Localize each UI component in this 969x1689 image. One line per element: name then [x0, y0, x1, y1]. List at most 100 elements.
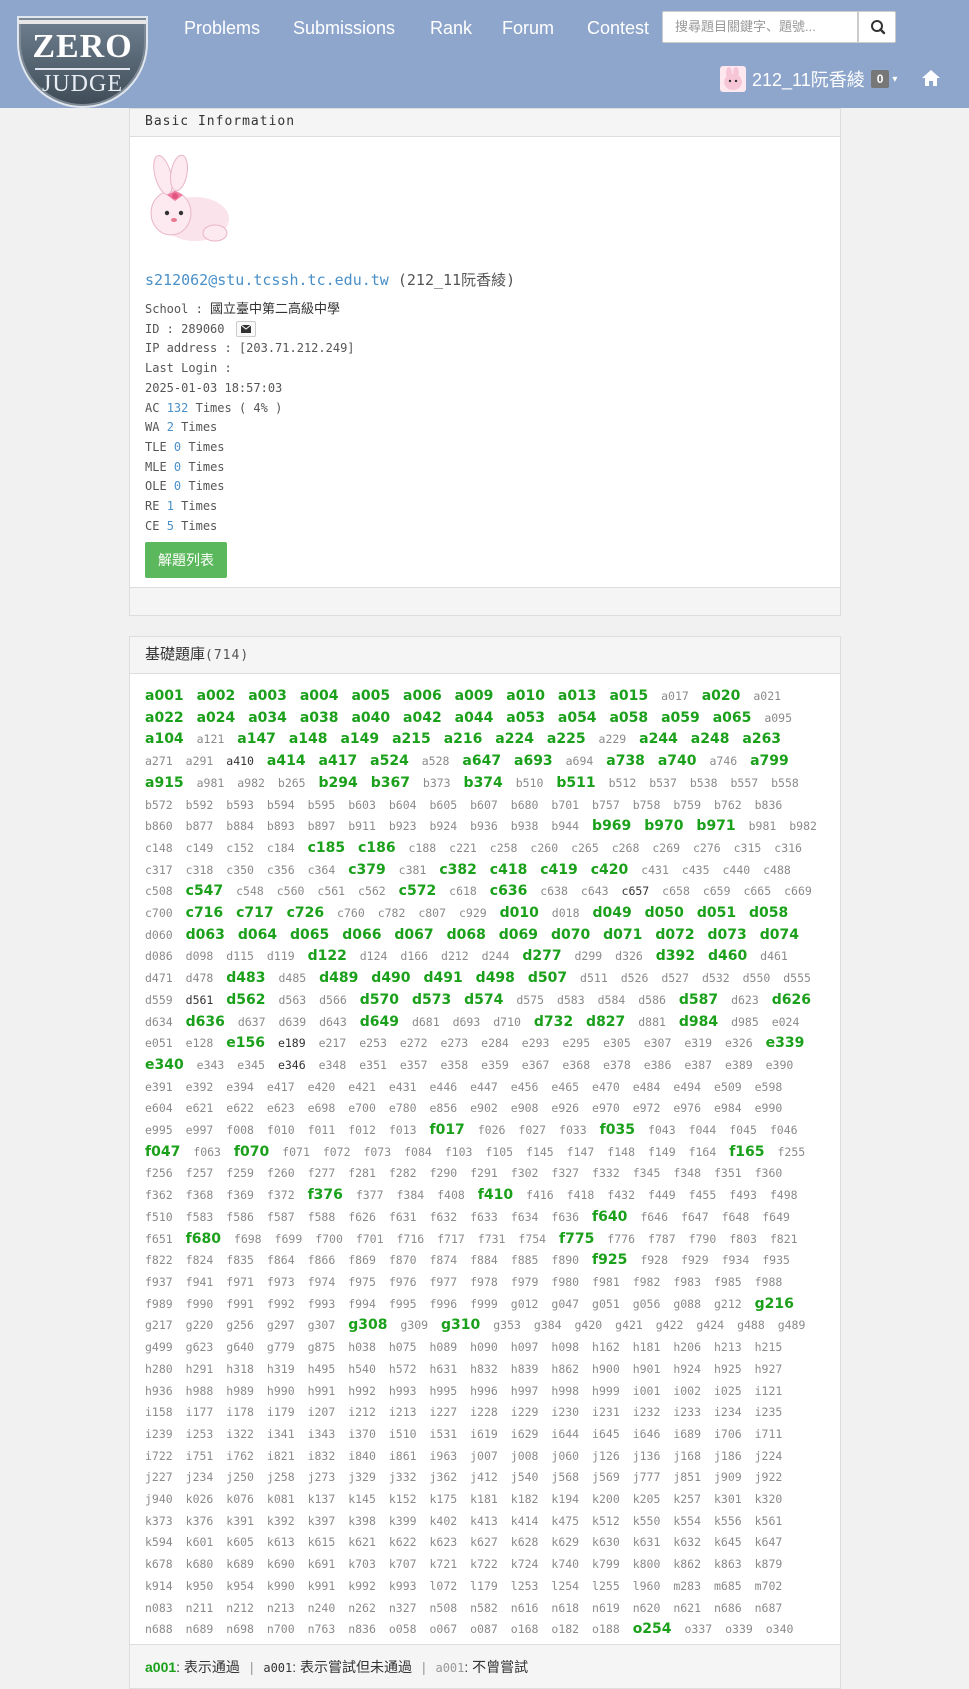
problem-link-f033[interactable]: f033	[559, 1123, 587, 1137]
problem-link-f648[interactable]: f648	[722, 1210, 750, 1224]
problem-link-c657[interactable]: c657	[622, 884, 650, 898]
problem-link-d583[interactable]: d583	[557, 993, 585, 1007]
problem-link-c149[interactable]: c149	[186, 841, 214, 855]
problem-link-a414[interactable]: a414	[267, 753, 306, 769]
problem-link-k800[interactable]: k800	[633, 1557, 661, 1571]
problem-link-h213[interactable]: h213	[714, 1340, 742, 1354]
problem-link-c420[interactable]: c420	[591, 862, 629, 878]
problem-link-a225[interactable]: a225	[547, 731, 586, 747]
nav-problems[interactable]: Problems	[184, 18, 260, 39]
problem-link-f368[interactable]: f368	[186, 1188, 214, 1202]
problem-link-n621[interactable]: n621	[673, 1601, 701, 1615]
problem-link-f017[interactable]: f017	[429, 1122, 464, 1138]
problem-link-b512[interactable]: b512	[609, 776, 637, 790]
problem-link-i232[interactable]: i232	[633, 1405, 661, 1419]
problem-link-h839[interactable]: h839	[511, 1362, 539, 1376]
problem-link-d277[interactable]: d277	[522, 948, 561, 964]
problem-link-h038[interactable]: h038	[348, 1340, 376, 1354]
problem-link-d050[interactable]: d050	[645, 905, 684, 921]
problem-link-b603[interactable]: b603	[348, 798, 376, 812]
problem-link-c382[interactable]: c382	[439, 862, 477, 878]
problem-link-b836[interactable]: b836	[755, 798, 783, 812]
problem-link-f996[interactable]: f996	[429, 1297, 457, 1311]
problem-link-g308[interactable]: g308	[348, 1317, 387, 1333]
problem-link-e359[interactable]: e359	[481, 1058, 509, 1072]
problem-link-h927[interactable]: h927	[755, 1362, 783, 1376]
problem-link-f063[interactable]: f063	[193, 1145, 221, 1159]
problem-link-i722[interactable]: i722	[145, 1449, 173, 1463]
problem-link-f821[interactable]: f821	[770, 1232, 798, 1246]
problem-link-f583[interactable]: f583	[186, 1210, 214, 1224]
problem-link-i239[interactable]: i239	[145, 1427, 173, 1441]
problem-link-c726[interactable]: c726	[287, 905, 325, 921]
problem-link-d634[interactable]: d634	[145, 1015, 173, 1029]
problem-link-f011[interactable]: f011	[308, 1123, 336, 1137]
problem-link-h206[interactable]: h206	[673, 1340, 701, 1354]
problem-link-f885[interactable]: f885	[511, 1253, 539, 1267]
problem-link-e417[interactable]: e417	[267, 1080, 295, 1094]
problem-link-c152[interactable]: c152	[226, 841, 254, 855]
problem-link-a022[interactable]: a022	[145, 710, 184, 726]
problem-link-j007[interactable]: j007	[470, 1449, 498, 1463]
problem-link-d490[interactable]: d490	[371, 970, 410, 986]
problem-link-d693[interactable]: d693	[453, 1015, 481, 1029]
problem-link-h572[interactable]: h572	[389, 1362, 417, 1376]
problem-link-f890[interactable]: f890	[551, 1253, 579, 1267]
problem-link-j273[interactable]: j273	[308, 1470, 336, 1484]
problem-link-e253[interactable]: e253	[359, 1036, 387, 1050]
problem-link-k690[interactable]: k690	[267, 1557, 295, 1571]
problem-link-k991[interactable]: k991	[308, 1579, 336, 1593]
problem-link-a693[interactable]: a693	[514, 753, 553, 769]
problem-link-k631[interactable]: k631	[633, 1535, 661, 1549]
problem-link-g256[interactable]: g256	[226, 1318, 254, 1332]
problem-link-f626[interactable]: f626	[348, 1210, 376, 1224]
problem-link-f149[interactable]: f149	[648, 1145, 676, 1159]
problem-link-b607[interactable]: b607	[470, 798, 498, 812]
problem-link-f999[interactable]: f999	[470, 1297, 498, 1311]
problem-link-c316[interactable]: c316	[774, 841, 802, 855]
problem-link-c669[interactable]: c669	[784, 884, 812, 898]
problem-link-h993[interactable]: h993	[389, 1384, 417, 1398]
problem-link-h901[interactable]: h901	[633, 1362, 661, 1376]
problem-link-h318[interactable]: h318	[226, 1362, 254, 1376]
problem-link-i121[interactable]: i121	[755, 1384, 783, 1398]
problem-link-a002[interactable]: a002	[197, 688, 236, 704]
problem-link-c643[interactable]: c643	[581, 884, 609, 898]
problem-link-k879[interactable]: k879	[755, 1557, 783, 1571]
problem-link-k399[interactable]: k399	[389, 1514, 417, 1528]
problem-link-f973[interactable]: f973	[267, 1275, 295, 1289]
problem-link-d485[interactable]: d485	[278, 971, 306, 985]
problem-link-a059[interactable]: a059	[661, 710, 700, 726]
problem-link-m685[interactable]: m685	[714, 1579, 742, 1593]
problem-link-f045[interactable]: f045	[729, 1123, 757, 1137]
problem-link-e990[interactable]: e990	[755, 1101, 783, 1115]
problem-link-d086[interactable]: d086	[145, 949, 173, 963]
problem-link-f775[interactable]: f775	[559, 1231, 594, 1247]
problem-link-d636[interactable]: d636	[186, 1014, 225, 1030]
ce-count[interactable]: 5	[167, 519, 174, 533]
problem-link-c572[interactable]: c572	[399, 883, 437, 899]
problem-link-a004[interactable]: a004	[300, 688, 339, 704]
problem-link-h862[interactable]: h862	[551, 1362, 579, 1376]
problem-link-k950[interactable]: k950	[186, 1579, 214, 1593]
problem-link-d570[interactable]: d570	[360, 992, 399, 1008]
problem-link-f884[interactable]: f884	[470, 1253, 498, 1267]
problem-link-e604[interactable]: e604	[145, 1101, 173, 1115]
problem-link-g489[interactable]: g489	[778, 1318, 806, 1332]
problem-link-d212[interactable]: d212	[441, 949, 469, 963]
problem-link-b762[interactable]: b762	[714, 798, 742, 812]
problem-link-d587[interactable]: d587	[679, 992, 718, 1008]
problem-link-f941[interactable]: f941	[186, 1275, 214, 1289]
problem-link-g422[interactable]: g422	[656, 1318, 684, 1332]
problem-link-a524[interactable]: a524	[370, 753, 409, 769]
problem-link-c760[interactable]: c760	[337, 906, 365, 920]
problem-link-h215[interactable]: h215	[755, 1340, 783, 1354]
problem-link-a291[interactable]: a291	[186, 754, 214, 768]
problem-link-e024[interactable]: e024	[772, 1015, 800, 1029]
problem-link-d119[interactable]: d119	[267, 949, 295, 963]
problem-link-k200[interactable]: k200	[592, 1492, 620, 1506]
problem-link-c716[interactable]: c716	[186, 905, 224, 921]
problem-link-k740[interactable]: k740	[551, 1557, 579, 1571]
problem-link-k632[interactable]: k632	[673, 1535, 701, 1549]
problem-link-e484[interactable]: e484	[633, 1080, 661, 1094]
